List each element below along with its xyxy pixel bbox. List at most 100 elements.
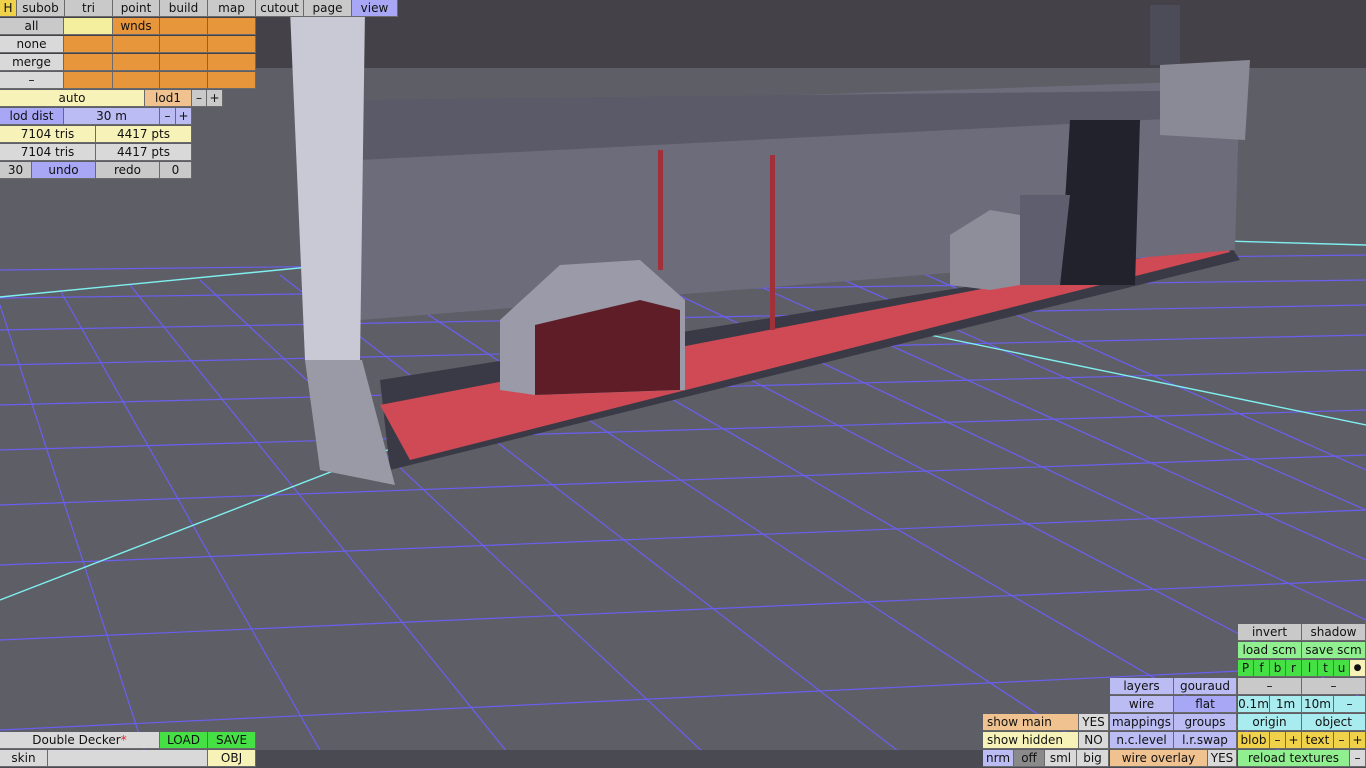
select-slot-14[interactable] [160, 72, 208, 89]
obj-button[interactable]: OBJ [208, 750, 256, 767]
off-button[interactable]: off [1014, 750, 1045, 767]
flag-f-button[interactable]: f [1254, 660, 1270, 677]
flag-b-button[interactable]: b [1270, 660, 1286, 677]
lr-swap-button[interactable]: l.r.swap [1174, 732, 1237, 749]
lod-dist-label: lod dist [0, 108, 64, 125]
dot-toggle[interactable]: ● [1350, 660, 1366, 677]
save-scm-button[interactable]: save scm [1302, 642, 1366, 659]
tab-view[interactable]: view [352, 0, 398, 17]
minus-button-b[interactable]: – [1302, 678, 1366, 695]
nc-level-button[interactable]: n.c.level [1110, 732, 1174, 749]
minus-button-a[interactable]: – [1238, 678, 1302, 695]
tab-point[interactable]: point [113, 0, 160, 17]
blob-plus-button[interactable]: + [1286, 732, 1302, 749]
invert-button[interactable]: invert [1238, 624, 1302, 641]
undo-button[interactable]: undo [32, 162, 96, 179]
flag-l-button[interactable]: l [1302, 660, 1318, 677]
select-slot-7[interactable] [208, 36, 256, 53]
tris-count-total: 7104 tris [0, 144, 96, 161]
reload-textures-button[interactable]: reload textures [1238, 750, 1350, 767]
3d-viewport[interactable] [0, 0, 1366, 768]
select-slot-11[interactable] [208, 54, 256, 71]
file-name[interactable]: Double Decker* [0, 732, 160, 749]
select-slot-6[interactable] [160, 36, 208, 53]
show-hidden-toggle[interactable]: NO [1079, 732, 1109, 749]
grid-0-1m-button[interactable]: 0.1m [1238, 696, 1270, 713]
flag-t-button[interactable]: t [1318, 660, 1334, 677]
select-slot-3[interactable] [208, 18, 256, 35]
tab-cutout[interactable]: cutout [256, 0, 304, 17]
select-slot-4[interactable] [64, 36, 113, 53]
blob-label: blob [1238, 732, 1270, 749]
show-hidden-label: show hidden [983, 732, 1079, 749]
wnds-button[interactable]: wnds [113, 18, 160, 35]
gouraud-button[interactable]: gouraud [1174, 678, 1237, 695]
lod-level-button[interactable]: lod1 [145, 90, 192, 107]
select-slot-8[interactable] [64, 54, 113, 71]
skin-input[interactable] [48, 750, 208, 767]
select-slot-2[interactable] [160, 18, 208, 35]
redo-count: 0 [160, 162, 192, 179]
mappings-button[interactable]: mappings [1110, 714, 1174, 731]
load-scm-button[interactable]: load scm [1238, 642, 1302, 659]
tab-page[interactable]: page [304, 0, 352, 17]
select-slot-12[interactable] [64, 72, 113, 89]
text-minus-button[interactable]: – [1334, 732, 1350, 749]
show-main-toggle[interactable]: YES [1079, 714, 1109, 731]
merge-button[interactable]: merge [0, 54, 64, 71]
lod-minus-button[interactable]: – [192, 90, 207, 107]
flat-button[interactable]: flat [1174, 696, 1237, 713]
text-plus-button[interactable]: + [1350, 732, 1366, 749]
lod-auto-button[interactable]: auto [0, 90, 145, 107]
select-all-button[interactable]: all [0, 18, 64, 35]
select-slot-13[interactable] [113, 72, 160, 89]
pts-count-selected: 4417 pts [96, 126, 192, 143]
wire-button[interactable]: wire [1110, 696, 1174, 713]
tab-subob[interactable]: subob [17, 0, 65, 17]
lod-dist-plus-button[interactable]: + [176, 108, 192, 125]
show-main-label: show main [983, 714, 1079, 731]
tab-tri[interactable]: tri [65, 0, 113, 17]
select-slot-10[interactable] [160, 54, 208, 71]
groups-button[interactable]: groups [1174, 714, 1237, 731]
text-label: text [1302, 732, 1334, 749]
big-button[interactable]: big [1077, 750, 1109, 767]
tab-h[interactable]: H [0, 0, 17, 17]
grid-1m-button[interactable]: 1m [1270, 696, 1302, 713]
redo-button[interactable]: redo [96, 162, 160, 179]
select-slot-1[interactable] [64, 18, 113, 35]
wire-overlay-label: wire overlay [1110, 750, 1208, 767]
select-slot-15[interactable] [208, 72, 256, 89]
tris-count-selected: 7104 tris [0, 126, 96, 143]
flag-r-button[interactable]: r [1286, 660, 1302, 677]
shadow-button[interactable]: shadow [1302, 624, 1366, 641]
origin-button[interactable]: origin [1238, 714, 1302, 731]
skin-label: skin [0, 750, 48, 767]
select-minus-button[interactable]: – [0, 72, 64, 89]
save-button[interactable]: SAVE [208, 732, 256, 749]
select-slot-5[interactable] [113, 36, 160, 53]
reload-minus-button[interactable]: – [1350, 750, 1366, 767]
grid-minus-button[interactable]: – [1334, 696, 1366, 713]
flag-u-button[interactable]: u [1334, 660, 1350, 677]
wire-overlay-toggle[interactable]: YES [1208, 750, 1237, 767]
tab-build[interactable]: build [160, 0, 208, 17]
tab-map[interactable]: map [208, 0, 256, 17]
blob-minus-button[interactable]: – [1270, 732, 1286, 749]
pts-count-total: 4417 pts [96, 144, 192, 161]
nrm-button[interactable]: nrm [983, 750, 1014, 767]
select-slot-9[interactable] [113, 54, 160, 71]
sml-button[interactable]: sml [1045, 750, 1077, 767]
modified-mark: * [120, 733, 127, 747]
select-none-button[interactable]: none [0, 36, 64, 53]
lod-dist-minus-button[interactable]: – [160, 108, 176, 125]
lod-plus-button[interactable]: + [207, 90, 223, 107]
file-name-text: Double Decker [32, 733, 121, 747]
load-button[interactable]: LOAD [160, 732, 208, 749]
undo-count: 30 [0, 162, 32, 179]
flag-p-button[interactable]: P [1238, 660, 1254, 677]
grid-10m-button[interactable]: 10m [1302, 696, 1334, 713]
object-button[interactable]: object [1302, 714, 1366, 731]
lod-dist-value[interactable]: 30 m [64, 108, 160, 125]
layers-button[interactable]: layers [1110, 678, 1174, 695]
